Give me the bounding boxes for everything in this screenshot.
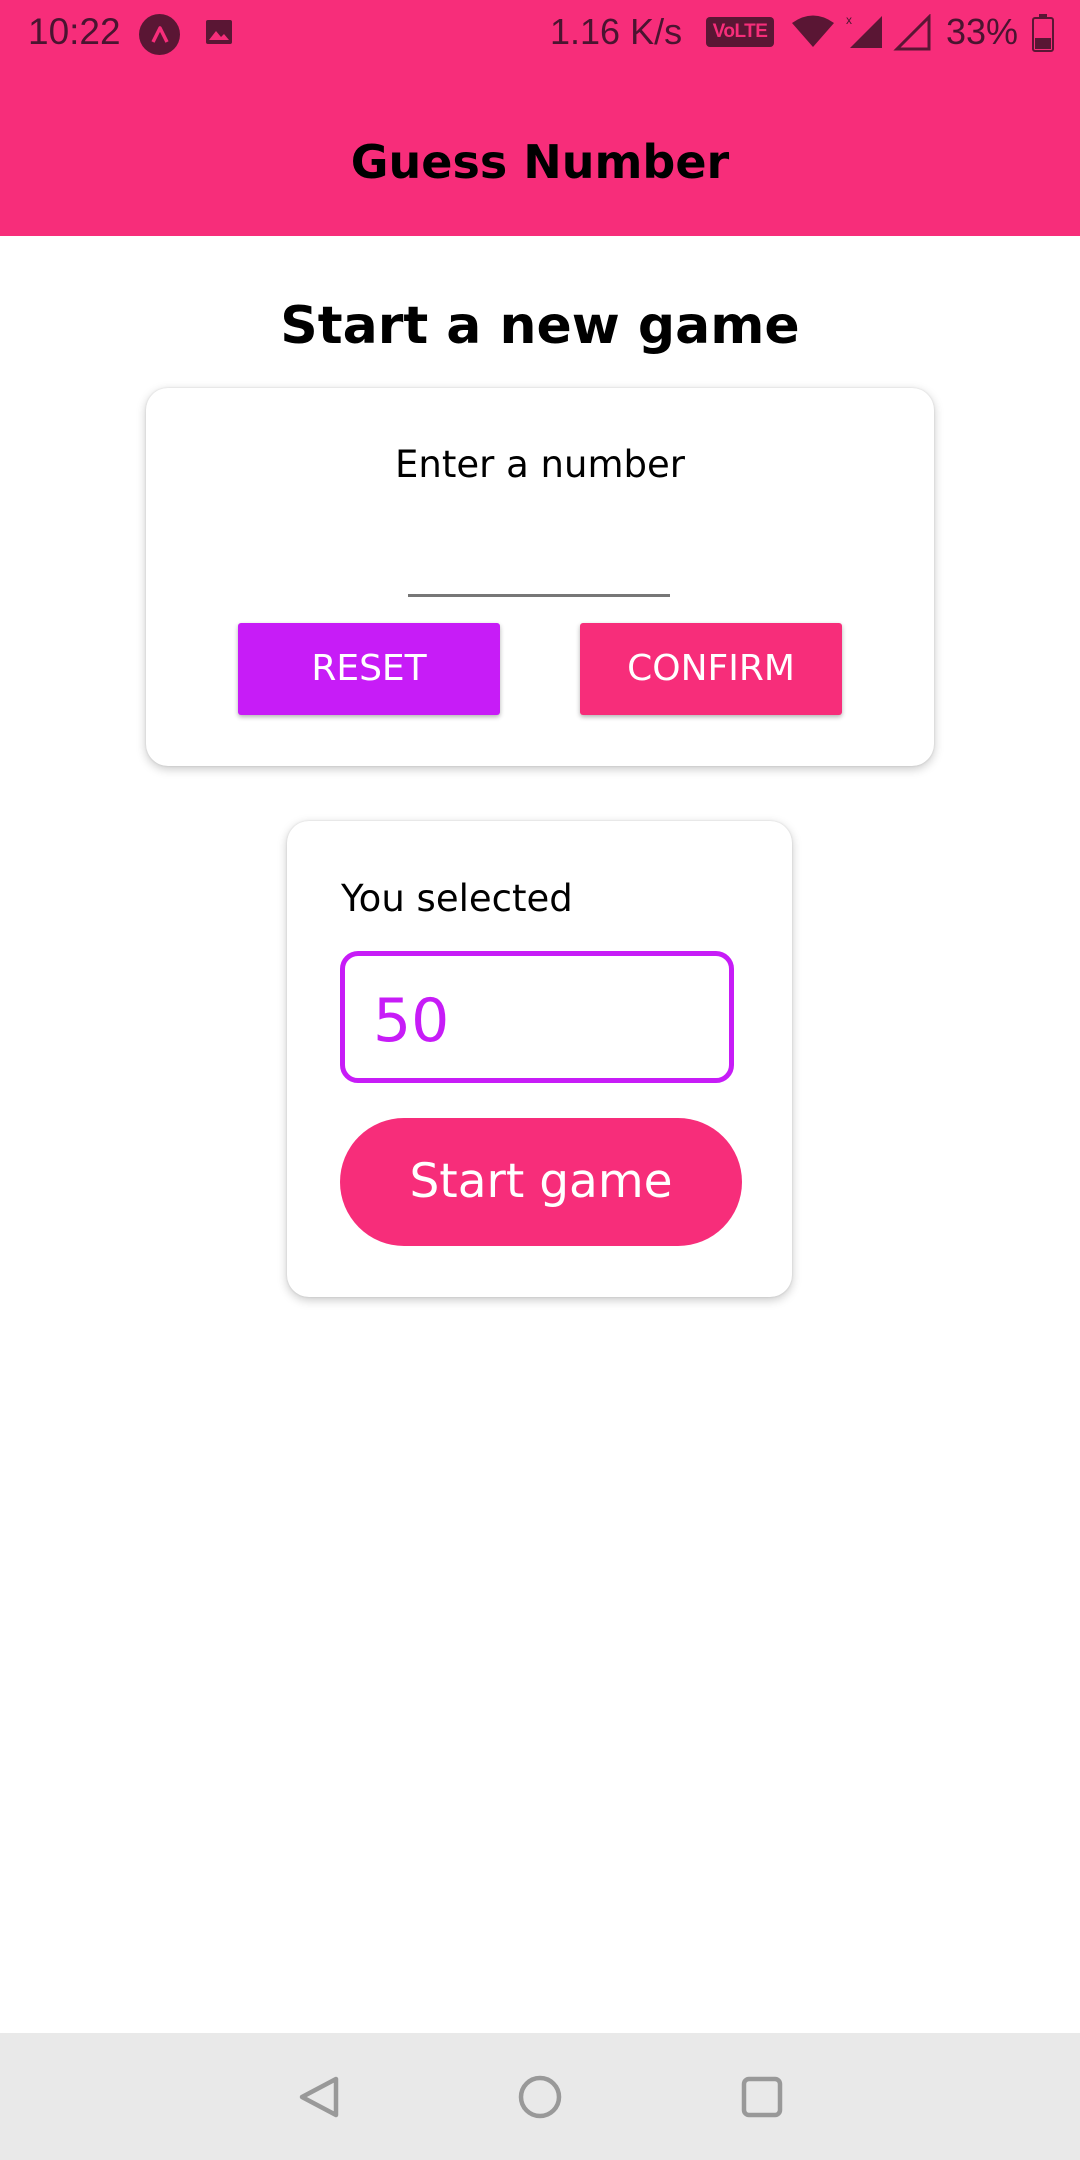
number-input[interactable] [408, 528, 670, 597]
selected-number-card: You selected 50 Start game [287, 821, 792, 1297]
signal-icon: x [846, 13, 882, 48]
gallery-icon [206, 20, 232, 44]
battery-icon [1032, 14, 1054, 52]
svg-text:x: x [846, 13, 852, 27]
start-game-button[interactable]: Start game [340, 1118, 742, 1246]
recents-icon[interactable] [736, 2071, 788, 2123]
volte-badge: VoLTE [706, 17, 774, 47]
wifi-icon [792, 15, 834, 47]
page-heading: Start a new game [280, 296, 800, 356]
app-icon [139, 14, 180, 55]
app-title: Guess Number [350, 135, 730, 189]
navigation-bar [0, 2033, 1080, 2160]
confirm-button[interactable]: CONFIRM [580, 623, 842, 715]
number-input-card: Enter a number RESET CONFIRM [146, 388, 934, 766]
app-header: Guess Number [0, 64, 1080, 236]
selected-number-box: 50 [340, 951, 734, 1083]
you-selected-label: You selected [341, 877, 573, 920]
home-icon[interactable] [514, 2071, 566, 2123]
selected-number-value: 50 [373, 986, 450, 1056]
status-bar: 10:22 1.16 K/s VoLTE x 33% [0, 0, 1080, 64]
status-time: 10:22 [28, 11, 121, 52]
back-icon[interactable] [294, 2071, 346, 2123]
battery-percentage: 33% [946, 11, 1019, 52]
network-speed: 1.16 K/s [550, 11, 683, 52]
signal-icon [893, 14, 931, 51]
enter-number-label: Enter a number [395, 443, 685, 486]
reset-button[interactable]: RESET [238, 623, 500, 715]
